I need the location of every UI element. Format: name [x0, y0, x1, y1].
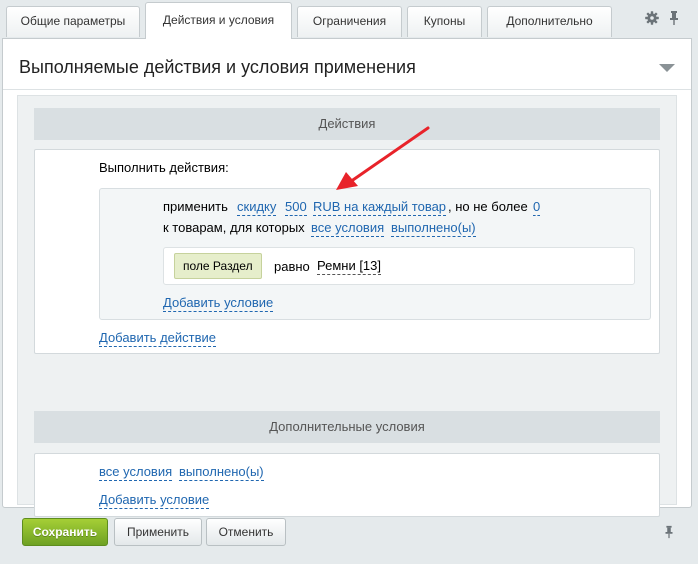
tab-tools: [644, 10, 684, 28]
actions-panel: Выполнить действия: применить скидку 500…: [34, 149, 660, 354]
tab-additional[interactable]: Дополнительно: [487, 6, 612, 37]
condition-operator: равно: [274, 259, 310, 274]
add-condition-link[interactable]: Добавить условие: [163, 295, 274, 312]
page-title: Выполняемые действия и условия применени…: [19, 57, 416, 77]
extra-all-conditions-link[interactable]: все условия: [99, 464, 173, 481]
pin-icon[interactable]: [666, 10, 682, 26]
goods-text: к товарам, для которых: [163, 220, 305, 235]
tab-coupons[interactable]: Купоны: [407, 6, 482, 37]
apply-text: применить: [163, 199, 228, 214]
apply-button[interactable]: Применить: [114, 518, 202, 546]
perform-actions-label: Выполнить действия:: [99, 160, 229, 175]
action-type-link[interactable]: скидку: [237, 199, 277, 216]
actions-section-header: Действия: [34, 108, 660, 140]
extra-conditions-header: Дополнительные условия: [34, 411, 660, 443]
extra-conditions-panel: все условия выполнено(ы) Добавить услови…: [34, 453, 660, 517]
tab-bar: Общие параметры Действия и условия Огран…: [0, 0, 698, 39]
tab-general-params[interactable]: Общие параметры: [6, 6, 140, 37]
pin-icon[interactable]: [662, 524, 676, 540]
tab-restrictions[interactable]: Ограничения: [297, 6, 402, 37]
tab-actions-conditions[interactable]: Действия и условия: [145, 2, 292, 39]
field-chip[interactable]: поле Раздел: [174, 253, 262, 279]
fulfilled-link[interactable]: выполнено(ы): [391, 220, 476, 237]
limit-text: , но не более: [448, 199, 528, 214]
save-button[interactable]: Сохранить: [22, 518, 108, 546]
add-action-link[interactable]: Добавить действие: [99, 330, 216, 347]
unit-link[interactable]: RUB на каждый товар: [313, 199, 447, 216]
main-panel: Выполняемые действия и условия применени…: [2, 38, 692, 517]
condition-row: поле Раздел равно Ремни [13]: [163, 247, 635, 285]
limit-value-link[interactable]: 0: [533, 199, 541, 216]
extra-add-condition-link[interactable]: Добавить условие: [99, 492, 210, 509]
chevron-down-icon[interactable]: [659, 61, 675, 72]
amount-link[interactable]: 500: [285, 199, 307, 216]
condition-value-link[interactable]: Ремни [13]: [317, 258, 382, 275]
extra-fulfilled-link[interactable]: выполнено(ы): [179, 464, 264, 481]
action-rule-box: применить скидку 500 RUB на каждый товар…: [99, 188, 651, 320]
cancel-button[interactable]: Отменить: [206, 518, 286, 546]
all-conditions-link[interactable]: все условия: [311, 220, 385, 237]
title-divider: [3, 89, 691, 90]
gear-icon[interactable]: [644, 10, 660, 26]
conditions-frame: Действия Выполнить действия: применить с…: [17, 95, 677, 517]
